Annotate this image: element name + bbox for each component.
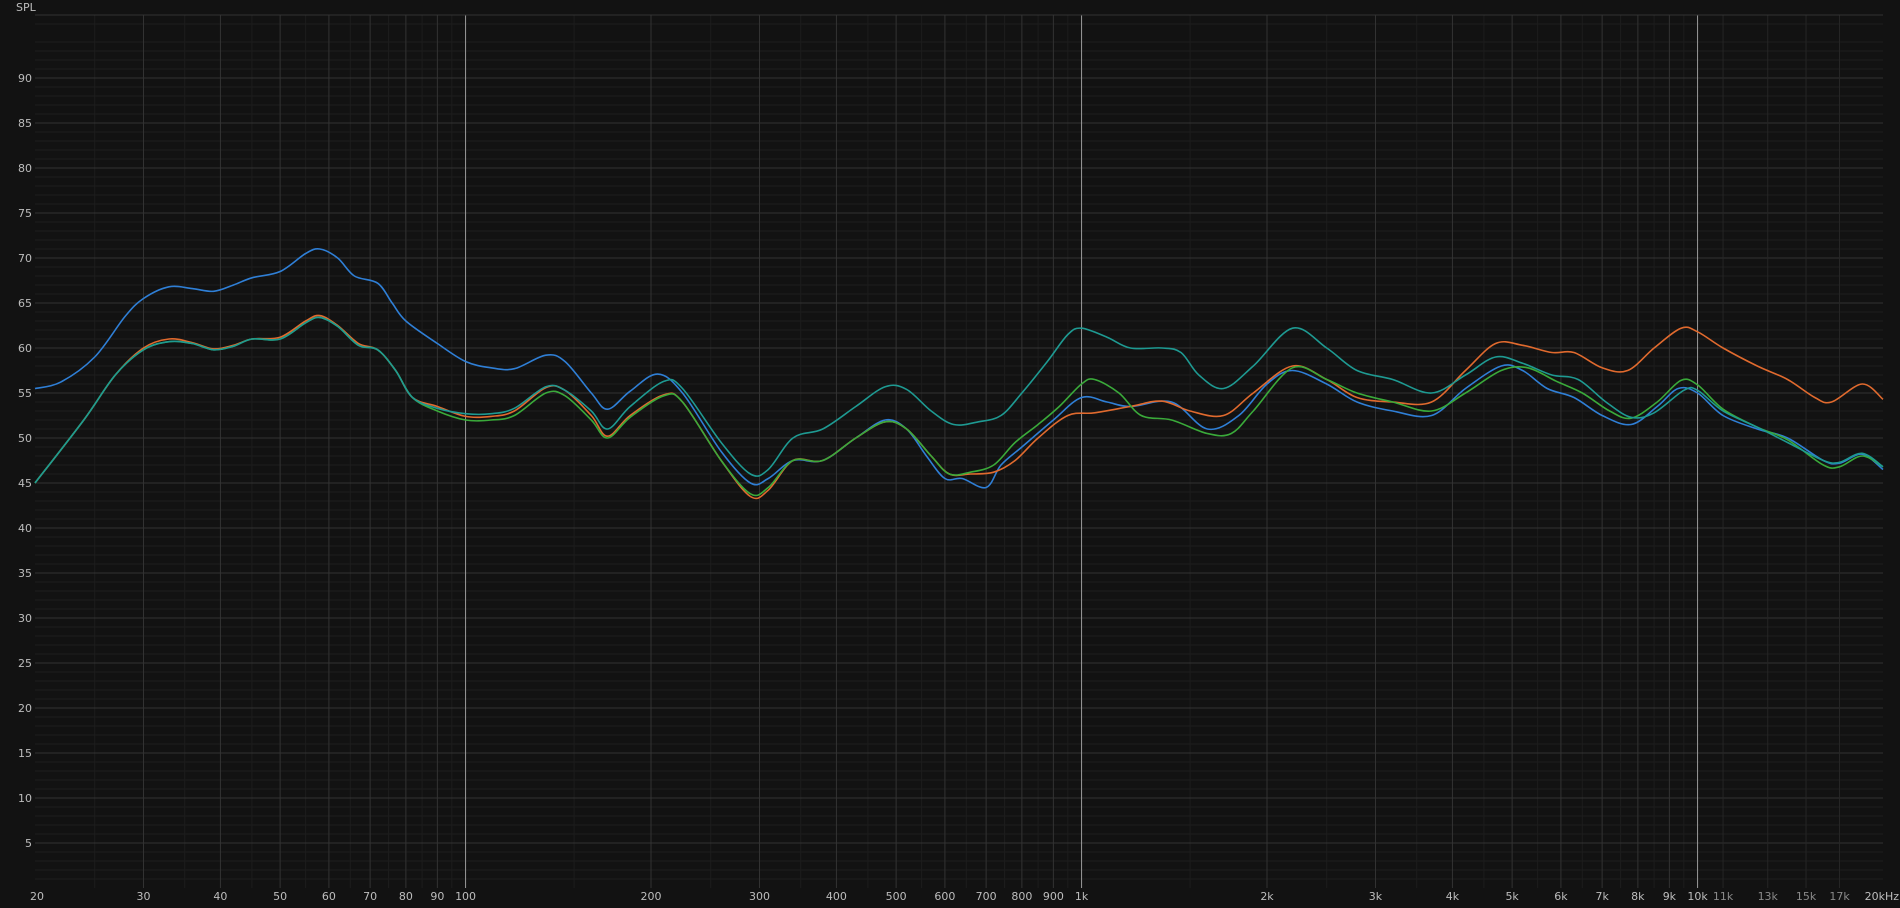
x-tick-label: 13k <box>1758 890 1779 903</box>
y-tick-label: 35 <box>18 567 32 580</box>
x-tick-label: 17k <box>1829 890 1850 903</box>
y-tick-label: 50 <box>18 432 32 445</box>
x-tick-label: 30 <box>136 890 150 903</box>
plot-background <box>0 0 1900 908</box>
x-tick-label: 500 <box>886 890 907 903</box>
x-tick-label: 800 <box>1011 890 1032 903</box>
frequency-response-chart: 5 10 15 20 25 30 35 40 45 50 55 60 65 70 75 80 85 90 20 30… <box>0 0 1900 908</box>
y-tick-label: 10 <box>18 792 32 805</box>
x-tick-label: 20kHz <box>1865 890 1900 903</box>
x-tick-label: 80 <box>399 890 413 903</box>
y-tick-label: 75 <box>18 207 32 220</box>
y-tick-label: 70 <box>18 252 32 265</box>
x-tick-label: 10k <box>1687 890 1708 903</box>
y-tick-label: 85 <box>18 117 32 130</box>
y-tick-label: 30 <box>18 612 32 625</box>
x-tick-label: 50 <box>273 890 287 903</box>
x-tick-label: 1k <box>1075 890 1089 903</box>
x-tick-label: 9k <box>1663 890 1677 903</box>
x-tick-label: 200 <box>641 890 662 903</box>
x-tick-label: 70 <box>363 890 377 903</box>
y-tick-label: 25 <box>18 657 32 670</box>
x-tick-label: 60 <box>322 890 336 903</box>
y-tick-label: 45 <box>18 477 32 490</box>
x-tick-label: 40 <box>213 890 227 903</box>
x-tick-label: 700 <box>976 890 997 903</box>
x-tick-label: 3k <box>1369 890 1383 903</box>
x-tick-label: 5k <box>1505 890 1519 903</box>
y-tick-label: 55 <box>18 387 32 400</box>
y-tick-label: 60 <box>18 342 32 355</box>
y-axis-label: SPL <box>16 1 37 14</box>
y-tick-label: 80 <box>18 162 32 175</box>
x-tick-label: 100 <box>455 890 476 903</box>
x-tick-label: 7k <box>1595 890 1609 903</box>
x-tick-label: 15k <box>1796 890 1817 903</box>
y-tick-label: 40 <box>18 522 32 535</box>
y-tick-label: 90 <box>18 72 32 85</box>
y-tick-label: 65 <box>18 297 32 310</box>
x-tick-label: 90 <box>430 890 444 903</box>
x-tick-label: 2k <box>1260 890 1274 903</box>
x-tick-label: 6k <box>1554 890 1568 903</box>
x-tick-label: 11k <box>1713 890 1734 903</box>
x-tick-label: 900 <box>1043 890 1064 903</box>
y-tick-label: 5 <box>25 837 32 850</box>
y-tick-label: 15 <box>18 747 32 760</box>
x-tick-label: 300 <box>749 890 770 903</box>
x-tick-label: 600 <box>934 890 955 903</box>
y-tick-label: 20 <box>18 702 32 715</box>
x-tick-label: 4k <box>1446 890 1460 903</box>
x-tick-label: 8k <box>1631 890 1645 903</box>
x-tick-label: 400 <box>826 890 847 903</box>
x-tick-label: 20 <box>30 890 44 903</box>
